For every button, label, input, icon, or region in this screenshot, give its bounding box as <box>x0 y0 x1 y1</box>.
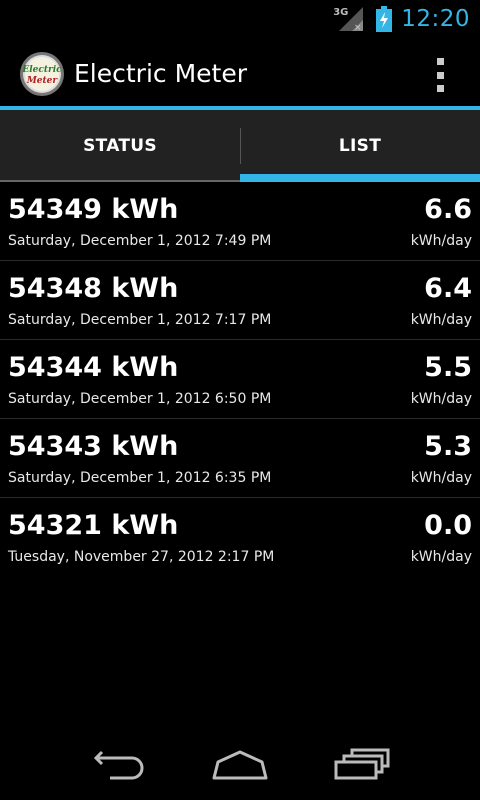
app-logo-icon[interactable]: Electric Meter <box>19 51 65 97</box>
signal-icon: 3G × <box>333 5 365 33</box>
reading-unit: kWh/day <box>410 391 472 407</box>
reading-kwh: 54344 kWh <box>8 352 179 383</box>
battery-charging-icon <box>375 6 393 32</box>
reading-date: Tuesday, November 27, 2012 2:17 PM <box>8 549 275 565</box>
reading-kwh: 54343 kWh <box>8 431 179 462</box>
reading-rate: 0.0 <box>424 510 472 541</box>
status-bar: 3G × 12:20 <box>0 0 480 38</box>
reading-date: Saturday, December 1, 2012 6:50 PM <box>8 391 272 407</box>
reading-date: Saturday, December 1, 2012 7:49 PM <box>8 233 272 249</box>
reading-rate: 6.4 <box>424 273 472 304</box>
reading-list: 54349 kWh Saturday, December 1, 2012 7:4… <box>0 182 480 576</box>
reading-rate: 5.3 <box>424 431 472 462</box>
tab-selected-indicator <box>240 174 480 182</box>
reading-kwh: 54321 kWh <box>8 510 179 541</box>
list-item[interactable]: 54321 kWh Tuesday, November 27, 2012 2:1… <box>0 498 480 576</box>
overflow-menu-icon[interactable] <box>430 58 450 92</box>
navigation-bar <box>0 728 480 800</box>
recent-apps-icon[interactable] <box>330 746 394 786</box>
tab-list[interactable]: LIST <box>240 110 480 182</box>
reading-date: Saturday, December 1, 2012 7:17 PM <box>8 312 272 328</box>
app-title: Electric Meter <box>74 59 247 88</box>
reading-unit: kWh/day <box>410 549 472 565</box>
reading-unit: kWh/day <box>410 233 472 249</box>
list-item[interactable]: 54343 kWh Saturday, December 1, 2012 6:3… <box>0 419 480 498</box>
home-icon[interactable] <box>208 746 272 786</box>
back-icon[interactable] <box>88 746 152 786</box>
logo-text-line1: Electric <box>21 65 62 75</box>
action-bar: Electric Meter Electric Meter <box>0 38 480 106</box>
reading-rate: 6.6 <box>424 194 472 225</box>
clock: 12:20 <box>401 6 470 32</box>
list-item[interactable]: 54348 kWh Saturday, December 1, 2012 7:1… <box>0 261 480 340</box>
svg-text:×: × <box>354 23 362 33</box>
reading-unit: kWh/day <box>410 312 472 328</box>
list-item[interactable]: 54344 kWh Saturday, December 1, 2012 6:5… <box>0 340 480 419</box>
status-icons: 3G × 12:20 <box>333 0 470 38</box>
tab-status[interactable]: STATUS <box>0 110 240 182</box>
reading-unit: kWh/day <box>410 470 472 486</box>
tab-bar: STATUS LIST <box>0 110 480 182</box>
reading-kwh: 54348 kWh <box>8 273 179 304</box>
network-type-label: 3G <box>333 7 349 18</box>
reading-date: Saturday, December 1, 2012 6:35 PM <box>8 470 272 486</box>
reading-rate: 5.5 <box>424 352 472 383</box>
logo-text-line2: Meter <box>26 76 59 86</box>
list-item[interactable]: 54349 kWh Saturday, December 1, 2012 7:4… <box>0 182 480 261</box>
reading-kwh: 54349 kWh <box>8 194 179 225</box>
